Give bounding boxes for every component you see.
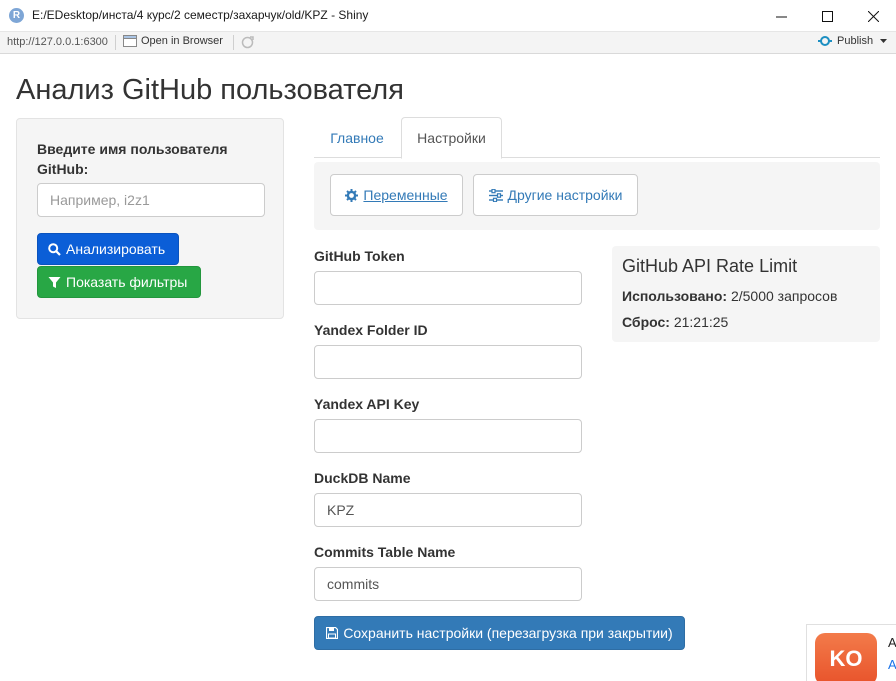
tab-bar: Главное Настройки (314, 117, 880, 159)
duckdb-name-label: DuckDB Name (314, 470, 411, 486)
commits-table-name-input[interactable]: commits (314, 567, 582, 601)
rate-limit-reset-label: Сброс: (622, 314, 670, 330)
github-token-label: GitHub Token (314, 248, 405, 264)
variables-button[interactable]: Переменные (330, 174, 463, 216)
yandex-folder-id-label: Yandex Folder ID (314, 322, 428, 338)
analyze-button-label: Анализировать (66, 241, 166, 257)
save-settings-button[interactable]: Сохранить настройки (перезагрузка при за… (314, 616, 685, 650)
caret-down-icon (880, 38, 888, 43)
other-settings-button[interactable]: Другие настройки (473, 174, 638, 216)
minimize-icon (775, 16, 787, 17)
refresh-icon (241, 36, 254, 49)
window-title: E:/EDesktop/инста/4 курс/2 семестр/захар… (32, 8, 369, 22)
open-in-browser-label: Open in Browser (141, 35, 223, 47)
rate-limit-title: GitHub API Rate Limit (622, 256, 798, 276)
other-settings-button-label: Другие настройки (507, 187, 623, 203)
open-in-browser-button[interactable]: Open in Browser (123, 35, 223, 47)
page-title: Анализ GitHub пользователя (16, 74, 404, 106)
minimize-button[interactable] (758, 0, 804, 32)
publish-label: Publish (837, 35, 874, 47)
yandex-api-key-input[interactable] (314, 419, 582, 453)
notification-title: A (888, 635, 896, 650)
close-button[interactable] (850, 0, 896, 32)
github-token-input[interactable] (314, 271, 582, 305)
rate-limit-reset: Сброс: 21:21:25 (622, 314, 728, 330)
save-settings-button-label: Сохранить настройки (перезагрузка при за… (343, 625, 673, 641)
maximize-button[interactable] (804, 0, 850, 32)
publish-icon (818, 36, 832, 46)
toolbar-divider (233, 35, 234, 50)
close-icon (867, 10, 879, 22)
username-input[interactable] (37, 183, 265, 217)
show-filters-button[interactable]: Показать фильтры (37, 266, 201, 298)
floppy-disk-icon (326, 627, 339, 639)
rate-limit-panel: GitHub API Rate Limit Использовано: 2/50… (612, 246, 880, 342)
commits-table-name-label: Commits Table Name (314, 544, 456, 560)
yandex-folder-id-input[interactable] (314, 345, 582, 379)
browser-icon (123, 35, 137, 47)
search-icon (48, 242, 61, 256)
gear-icon (345, 188, 359, 202)
viewer-toolbar: http://127.0.0.1:6300 Open in Browser Pu… (0, 32, 896, 54)
window-titlebar: R E:/EDesktop/инста/4 курс/2 семестр/зах… (0, 0, 896, 32)
settings-subbar: Переменные Другие настройки (314, 162, 880, 230)
notification-popup[interactable]: KO A A (806, 624, 896, 681)
publish-button[interactable]: Publish (817, 35, 888, 47)
rate-limit-used-label: Использовано: (622, 288, 728, 304)
sliders-icon (488, 188, 503, 202)
duckdb-name-input[interactable]: KPZ (314, 493, 582, 527)
variables-button-label: Переменные (363, 187, 448, 203)
notification-link[interactable]: A (888, 657, 896, 672)
username-label: Введите имя пользователя GitHub: (37, 141, 228, 177)
refresh-button[interactable] (240, 35, 255, 50)
maximize-icon (821, 10, 833, 22)
rate-limit-used: Использовано: 2/5000 запросов (622, 288, 837, 304)
rate-limit-reset-value: 21:21:25 (673, 314, 729, 330)
yandex-api-key-label: Yandex API Key (314, 396, 420, 412)
toolbar-divider (115, 35, 116, 50)
rate-limit-used-value: 2/5000 запросов (730, 288, 838, 304)
url-label: http://127.0.0.1:6300 (7, 36, 108, 48)
sidebar-panel: Введите имя пользователя GitHub: Анализи… (16, 118, 284, 319)
analyze-button[interactable]: Анализировать (37, 233, 179, 265)
tab-settings[interactable]: Настройки (401, 117, 502, 159)
tab-main[interactable]: Главное (314, 117, 400, 158)
app-logo-icon: KO (815, 633, 877, 681)
filter-icon (48, 276, 61, 288)
show-filters-button-label: Показать фильтры (66, 274, 188, 290)
r-app-icon: R (9, 8, 24, 23)
